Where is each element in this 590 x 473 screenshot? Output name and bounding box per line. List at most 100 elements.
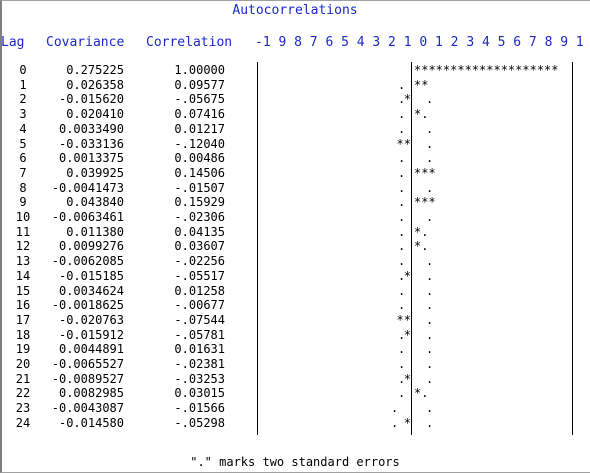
covariance-cell: -0.0018625 — [51, 298, 124, 312]
table-row: 24 -0.014580 -.05298 *.. — [0, 417, 590, 429]
lag-cell: 20 — [15, 357, 31, 371]
covariance-cell: -0.014580 — [58, 416, 124, 430]
covariance-cell: 0.0034624 — [58, 284, 124, 298]
covariance-cell: -0.033136 — [58, 137, 124, 151]
table-row: 19 0.0044891 0.01631.. — [0, 343, 590, 355]
std-error-marker: . — [426, 92, 434, 106]
correlation-bar: ** — [396, 137, 411, 151]
std-error-marker: . — [426, 122, 434, 136]
covariance-cell: -0.015620 — [58, 92, 124, 106]
covariance-cell: 0.011380 — [66, 225, 124, 239]
covariance-cell: 0.020410 — [66, 107, 124, 121]
correlation-bar: *** — [414, 195, 436, 209]
std-error-marker: . — [398, 269, 406, 283]
std-error-marker: . — [398, 225, 406, 239]
table-row: 23 -0.0043087 -.01566.. — [0, 402, 590, 414]
table-row: 10 -0.0063461 -.02306.. — [0, 211, 590, 223]
covariance-cell: -0.015185 — [58, 269, 124, 283]
correlation-cell: -.05675 — [174, 92, 225, 106]
correlation-cell: -.01507 — [174, 181, 225, 195]
std-error-marker: . — [426, 284, 434, 298]
covariance-cell: -0.0089527 — [51, 372, 124, 386]
table-row: 1 0.026358 0.09577 **. — [0, 79, 590, 91]
std-error-marker: . — [398, 195, 406, 209]
table-row: 21 -0.0089527 -.03253 *.. — [0, 373, 590, 385]
std-error-marker: . — [426, 372, 434, 386]
lag-cell: 16 — [15, 298, 31, 312]
table-row: 5 -0.033136 -.12040 **. — [0, 138, 590, 150]
correlation-bar: * — [403, 416, 411, 430]
std-error-marker: . — [398, 239, 406, 253]
covariance-cell: 0.0082985 — [58, 386, 124, 400]
lag-cell: 18 — [15, 328, 31, 342]
covariance-cell: 0.043840 — [66, 195, 124, 209]
correlation-cell: 1.00000 — [174, 63, 225, 77]
correlation-cell: -.01566 — [174, 401, 225, 415]
correlation-bar: ** — [414, 78, 429, 92]
lag-cell: 19 — [15, 342, 31, 356]
std-error-marker: . — [398, 166, 406, 180]
std-error-marker: . — [426, 137, 434, 151]
covariance-cell: -0.0062085 — [51, 254, 124, 268]
correlation-cell: -.12040 — [174, 137, 225, 151]
header-scale: -1 9 8 7 6 5 4 3 2 1 0 1 2 3 4 5 6 7 8 9… — [255, 35, 584, 50]
table-row: 15 0.0034624 0.01258.. — [0, 285, 590, 297]
correlation-cell: 0.07416 — [174, 107, 225, 121]
covariance-cell: 0.026358 — [66, 78, 124, 92]
std-error-marker: . — [426, 210, 434, 224]
correlation-cell: -.02381 — [174, 357, 225, 371]
correlation-bar: ** — [396, 313, 411, 327]
table-row: 3 0.020410 0.07416 *.. — [0, 108, 590, 120]
std-error-marker: . — [398, 372, 406, 386]
correlation-cell: -.02256 — [174, 254, 225, 268]
lag-cell: 21 — [15, 372, 31, 386]
correlation-cell: -.05781 — [174, 328, 225, 342]
lag-cell: 15 — [15, 284, 31, 298]
table-row: 0 0.275225 1.00000 ******************** — [0, 64, 590, 76]
correlation-cell: 0.03607 — [174, 239, 225, 253]
std-error-marker: . — [398, 92, 406, 106]
table-row: 20 -0.0065527 -.02381.. — [0, 358, 590, 370]
table-row: 6 0.0013375 0.00486.. — [0, 152, 590, 164]
covariance-cell: -0.020763 — [58, 313, 124, 327]
covariance-cell: 0.039925 — [66, 166, 124, 180]
lag-cell: 5 — [19, 137, 27, 151]
correlation-cell: 0.01631 — [174, 342, 225, 356]
page-title: Autocorrelations — [232, 3, 358, 18]
table-row: 11 0.011380 0.04135 *.. — [0, 226, 590, 238]
covariance-cell: -0.0065527 — [51, 357, 124, 371]
std-error-marker: . — [398, 342, 406, 356]
covariance-cell: -0.015912 — [58, 328, 124, 342]
table-row: 13 -0.0062085 -.02256.. — [0, 255, 590, 267]
std-error-marker: . — [426, 151, 434, 165]
std-error-marker: . — [398, 107, 406, 121]
table-row: 9 0.043840 0.15929 ***. — [0, 196, 590, 208]
covariance-cell: -0.0041473 — [51, 181, 124, 195]
table-row: 17 -0.020763 -.07544 **. — [0, 314, 590, 326]
std-error-marker: . — [426, 342, 434, 356]
covariance-cell: 0.0033490 — [58, 122, 124, 136]
lag-cell: 17 — [15, 313, 31, 327]
lag-cell: 11 — [15, 225, 31, 239]
correlation-cell: 0.01258 — [174, 284, 225, 298]
lag-cell: 10 — [15, 210, 31, 224]
std-error-marker: . — [426, 298, 434, 312]
correlation-bar: *** — [414, 166, 436, 180]
lag-cell: 24 — [15, 416, 31, 430]
std-error-marker: . — [398, 254, 406, 268]
correlation-bar: ******************** — [414, 63, 559, 77]
std-error-marker: . — [426, 416, 434, 430]
correlation-cell: -.03253 — [174, 372, 225, 386]
header-covariance: Covariance — [46, 35, 125, 50]
std-error-marker: . — [426, 401, 434, 415]
std-error-marker: . — [398, 357, 406, 371]
lag-cell: 2 — [19, 92, 27, 106]
std-error-marker: . — [398, 284, 406, 298]
covariance-cell: -0.0063461 — [51, 210, 124, 224]
lag-cell: 9 — [19, 195, 27, 209]
std-error-marker: . — [426, 357, 434, 371]
std-error-marker: . — [398, 386, 406, 400]
lag-cell: 23 — [15, 401, 31, 415]
lag-cell: 13 — [15, 254, 31, 268]
std-error-marker: . — [398, 298, 406, 312]
